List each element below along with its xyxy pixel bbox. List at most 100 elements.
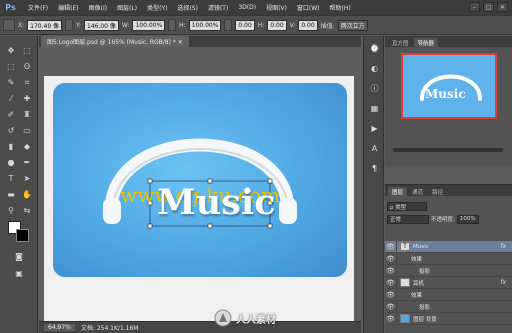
brush-panel-icon[interactable]: ▦ [368, 102, 381, 114]
background-color-swatch[interactable] [16, 229, 29, 242]
menu-layer[interactable]: 图层(L) [112, 3, 142, 12]
delta-icon[interactable] [65, 19, 74, 31]
marquee-tool-icon[interactable]: ⬚ [4, 60, 18, 73]
tab-channels[interactable]: 通道 [408, 187, 427, 196]
healing-tool-icon[interactable]: ✚ [20, 92, 34, 105]
zoom-tool-icon[interactable]: ⚲ [4, 204, 18, 217]
height-field[interactable]: 100.00% [188, 19, 222, 31]
menu-window[interactable]: 窗口(W) [292, 3, 325, 12]
link-icon[interactable] [168, 19, 177, 31]
quick-select-icon[interactable]: ✎ [4, 76, 18, 89]
info-panel-icon[interactable]: ⓘ [368, 82, 381, 94]
navigator-thumbnail[interactable]: Music [401, 53, 497, 119]
h-skew-label: H: [257, 21, 265, 29]
history-panel-icon[interactable]: ⌚ [368, 42, 381, 54]
brush-tool-icon[interactable]: ✐ [4, 108, 18, 121]
move-tool-icon[interactable]: ✥ [4, 44, 18, 57]
tab-navigator[interactable]: 导航器 [413, 38, 439, 47]
h-skew-field[interactable]: 0.00 [267, 19, 287, 31]
minimize-button[interactable]: – [469, 2, 480, 12]
hand-tool-icon[interactable]: ✋ [20, 188, 34, 201]
x-field[interactable]: 170.49 像 [27, 19, 63, 31]
menu-edit[interactable]: 编辑(E) [53, 3, 83, 12]
angle-field[interactable]: 0.00 [235, 19, 255, 31]
layer-row-background[interactable]: 👁 图层 背景 [385, 312, 512, 325]
gradient-tool-icon[interactable]: ▮ [4, 140, 18, 153]
pen-tool-icon[interactable]: ✒ [20, 156, 34, 169]
document-tab[interactable]: 图5.Logo图层.psd @ 165% (Music, RGB/8) * ✕ [41, 36, 189, 47]
layers-panel: 图层 通道 路径 ρ 类型 正常 不透明度: 100% 👁 T Music fx… [385, 184, 512, 333]
layers-tabs: 图层 通道 路径 [385, 185, 512, 196]
layer-name[interactable]: 图层 背景 [413, 315, 437, 323]
close-button[interactable]: ✕ [497, 2, 508, 12]
blend-mode-select[interactable]: 正常 [387, 214, 429, 224]
navigator-zoom-slider[interactable] [393, 148, 503, 152]
menu-select[interactable]: 选择(S) [172, 3, 203, 12]
v-skew-field[interactable]: 0.00 [298, 19, 318, 31]
character-panel-icon[interactable]: A [368, 142, 381, 154]
eraser-tool-icon[interactable]: ▭ [20, 124, 34, 137]
y-field[interactable]: 146.00 像 [83, 19, 119, 31]
fx-icon[interactable]: fx [500, 243, 506, 250]
shape-tool-icon[interactable]: ▬ [4, 188, 18, 201]
eye-icon[interactable]: 👁 [385, 300, 397, 313]
background-layer-thumb [400, 314, 410, 323]
eye-icon[interactable]: 👁 [385, 252, 397, 265]
swap-colors-icon[interactable]: ⇆ [20, 204, 34, 217]
menu-3d[interactable]: 3D(D) [233, 4, 261, 11]
layer-name: 效果 [411, 292, 423, 299]
eye-icon[interactable]: 👁 [385, 276, 397, 289]
zoom-level[interactable]: 64.97% [44, 324, 75, 331]
menu-file[interactable]: 文件(F) [23, 3, 53, 12]
interpolation-select[interactable]: 两次立方 [337, 19, 368, 31]
tab-paths[interactable]: 路径 [428, 187, 447, 196]
blur-tool-icon[interactable]: ◆ [20, 140, 34, 153]
quick-mask-icon[interactable]: ◙ [12, 250, 26, 263]
screen-mode-icon[interactable]: ▣ [12, 267, 26, 280]
layer-name: 投影 [419, 304, 431, 311]
layer-row-headphones[interactable]: 👁 耳机 fx [385, 276, 512, 289]
history-brush-icon[interactable]: ↺ [4, 124, 18, 137]
layer-effect-row[interactable]: 👁 投影 [385, 264, 512, 277]
layer-effect-row[interactable]: 👁 投影 [385, 300, 512, 313]
maximize-button[interactable]: □ [483, 2, 494, 12]
actions-panel-icon[interactable]: ▶ [368, 122, 381, 134]
dodge-tool-icon[interactable]: ● [4, 156, 18, 169]
layer-row-music[interactable]: 👁 T Music fx [385, 240, 512, 253]
tab-layers[interactable]: 图层 [388, 187, 408, 196]
crop-tool-icon[interactable]: ⌗ [20, 76, 34, 89]
options-bar: X: 170.49 像 Y: 146.00 像 W: 100.00% H: 10… [0, 15, 512, 35]
width-field[interactable]: 100.00% [132, 19, 166, 31]
artboard[interactable]: www.cg-ku.com Music [44, 76, 354, 321]
opacity-field[interactable]: 100% [456, 214, 479, 224]
menu-help[interactable]: 帮助(H) [325, 3, 356, 12]
path-select-icon[interactable]: ➤ [20, 172, 34, 185]
artboard-tool-icon[interactable]: ⬚ [20, 44, 34, 57]
tab-histogram[interactable]: 直方图 [388, 38, 413, 47]
paragraph-panel-icon[interactable]: ¶ [368, 162, 381, 174]
transform-reference-icon[interactable] [3, 19, 15, 31]
layer-name[interactable]: 耳机 [413, 279, 424, 287]
eye-icon[interactable]: 👁 [385, 312, 397, 325]
eyedropper-tool-icon[interactable]: ⁄ [4, 92, 18, 105]
stamp-tool-icon[interactable]: ♜ [20, 108, 34, 121]
menu-type[interactable]: 类型(Y) [142, 3, 172, 12]
menu-image[interactable]: 图像(I) [84, 3, 112, 12]
layer-name[interactable]: Music [413, 244, 429, 250]
menu-view[interactable]: 视图(V) [261, 3, 292, 12]
layer-effects-row[interactable]: 👁 效果 [385, 288, 512, 301]
eye-icon[interactable]: 👁 [385, 240, 397, 253]
fx-icon[interactable]: fx [500, 279, 506, 286]
canvas-area[interactable]: www.cg-ku.com Music [39, 47, 361, 321]
color-panel-icon[interactable]: ◐ [368, 62, 381, 74]
eye-icon[interactable]: 👁 [385, 264, 397, 277]
eye-icon[interactable]: 👁 [385, 288, 397, 301]
type-tool-icon[interactable]: T [4, 172, 18, 185]
menu-filter[interactable]: 滤镜(T) [203, 3, 233, 12]
lasso-tool-icon[interactable]: ʘ [20, 60, 34, 73]
headphone-arc-graphic [103, 138, 297, 229]
layer-effects-row[interactable]: 👁 效果 [385, 252, 512, 265]
layer-kind-filter[interactable]: ρ 类型 [387, 202, 427, 211]
music-text-layer[interactable]: Music [157, 182, 276, 223]
document-size-info[interactable]: 文档: 254.1K/1.16M [81, 323, 139, 332]
